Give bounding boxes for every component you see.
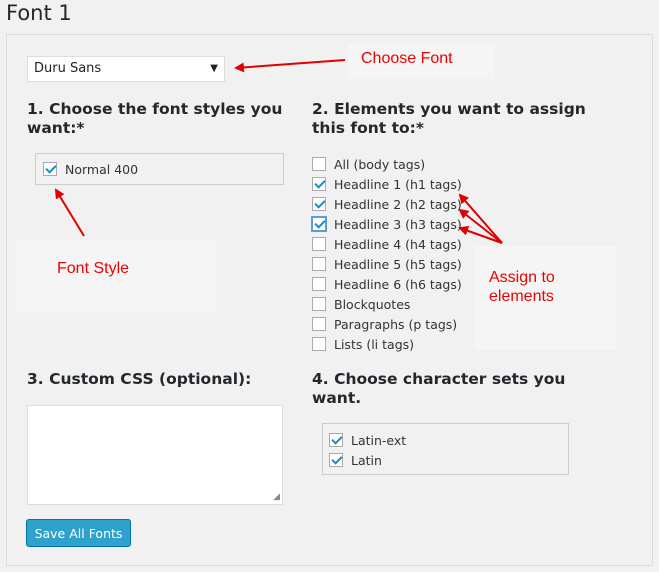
element-option-h1[interactable]: Headline 1 (h1 tags) — [312, 174, 462, 194]
font-select[interactable]: Duru Sans ▼ — [27, 56, 225, 82]
annotation-choose-font: Choose Font — [348, 43, 495, 79]
charset-label: Latin-ext — [351, 432, 407, 448]
checkbox[interactable] — [312, 337, 326, 351]
custom-css-textarea[interactable]: ◢ — [27, 405, 283, 505]
checkbox[interactable] — [329, 433, 343, 447]
font-styles-heading: 1. Choose the font styles you want:* — [27, 100, 283, 137]
charset-option-latin[interactable]: Latin — [329, 450, 382, 470]
resize-grip-icon[interactable]: ◢ — [273, 493, 280, 502]
checkbox[interactable] — [312, 157, 326, 171]
checkbox[interactable] — [312, 317, 326, 331]
element-label: Blockquotes — [334, 296, 411, 312]
element-label: Headline 3 (h3 tags) — [334, 216, 462, 232]
element-label: Headline 2 (h2 tags) — [334, 196, 462, 212]
caret-down-icon: ▼ — [210, 63, 218, 74]
element-label: Paragraphs (p tags) — [334, 316, 458, 332]
checkbox[interactable] — [312, 297, 326, 311]
style-option-normal-400[interactable]: Normal 400 — [43, 159, 138, 179]
charset-label: Latin — [351, 452, 382, 468]
annotation-font-style: Font Style — [16, 240, 216, 312]
checkbox[interactable] — [43, 162, 57, 176]
annotation-assign-elements: Assign to elements — [475, 246, 616, 350]
element-option-h3[interactable]: Headline 3 (h3 tags) — [312, 214, 462, 234]
checkbox[interactable] — [312, 257, 326, 271]
element-option-h4[interactable]: Headline 4 (h4 tags) — [312, 234, 462, 254]
element-option-lists[interactable]: Lists (li tags) — [312, 334, 414, 354]
checkbox[interactable] — [312, 197, 326, 211]
element-label: Headline 1 (h1 tags) — [334, 176, 462, 192]
element-option-blockquotes[interactable]: Blockquotes — [312, 294, 410, 314]
checkbox[interactable] — [312, 277, 326, 291]
checkbox[interactable] — [329, 453, 343, 467]
element-option-all[interactable]: All (body tags) — [312, 154, 425, 174]
element-option-h2[interactable]: Headline 2 (h2 tags) — [312, 194, 462, 214]
font-select-value: Duru Sans — [34, 61, 102, 76]
charset-option-latin-ext[interactable]: Latin-ext — [329, 430, 406, 450]
element-label: Headline 4 (h4 tags) — [334, 236, 462, 252]
custom-css-heading: 3. Custom CSS (optional): — [27, 370, 252, 388]
style-label: Normal 400 — [65, 161, 139, 177]
element-option-h6[interactable]: Headline 6 (h6 tags) — [312, 274, 462, 294]
checkbox[interactable] — [312, 217, 326, 231]
elements-heading: 2. Elements you want to assign this font … — [312, 100, 586, 137]
element-label: Lists (li tags) — [334, 336, 415, 352]
save-all-fonts-button[interactable]: Save All Fonts — [26, 519, 131, 547]
checkbox[interactable] — [312, 237, 326, 251]
element-option-h5[interactable]: Headline 5 (h5 tags) — [312, 254, 462, 274]
element-label: Headline 6 (h6 tags) — [334, 276, 462, 292]
page-title: Font 1 — [6, 1, 72, 25]
element-label: Headline 5 (h5 tags) — [334, 256, 462, 272]
checkbox[interactable] — [312, 177, 326, 191]
element-option-paragraphs[interactable]: Paragraphs (p tags) — [312, 314, 457, 334]
charsets-heading: 4. Choose character sets you want. — [312, 370, 566, 407]
element-label: All (body tags) — [334, 156, 426, 172]
